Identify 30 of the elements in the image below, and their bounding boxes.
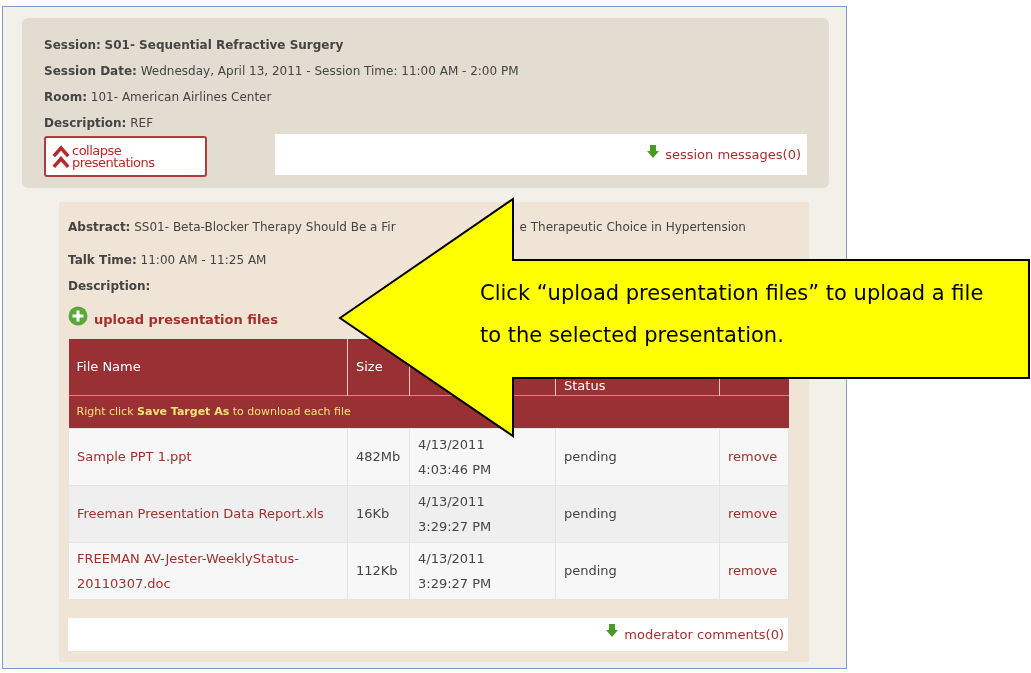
session-title: Session: S01- Sequential Refractive Surgery xyxy=(44,37,344,54)
remove-link[interactable]: remove xyxy=(728,563,778,578)
session-field: Description: REF xyxy=(44,110,154,136)
table-cell: 16Kb xyxy=(347,485,410,542)
session-messages-link[interactable]: session messages(0) xyxy=(665,147,801,162)
table-cell: 4/13/2011 3:29:27 PM xyxy=(409,542,556,599)
down-arrow-icon xyxy=(606,624,619,638)
description-label: Description: xyxy=(68,278,151,295)
table-cell: 112Kb xyxy=(347,542,410,599)
add-icon xyxy=(68,306,88,326)
session-field: Session Date: Wednesday, April 13, 2011 - Session Time: 11:00 AM - 2:00 PM xyxy=(44,58,519,84)
abstract-text: Abstract: SS01- Beta-Blocker Therapy Should Be a Fir xyxy=(68,219,396,236)
chevron-up-icon xyxy=(52,143,70,170)
collapse-button[interactable]: collapse presentations xyxy=(44,136,207,177)
remove-link[interactable]: remove xyxy=(728,449,778,464)
moderator-comments-link[interactable]: moderator comments(0) xyxy=(624,626,784,642)
talk-time: Talk Time: 11:00 AM - 11:25 AM xyxy=(68,252,267,269)
abstract-text: e Therapeutic Choice in Hypertension xyxy=(519,219,746,236)
table-cell: pending xyxy=(555,485,720,542)
table-cell: 4/13/2011 3:29:27 PM xyxy=(409,485,556,542)
table-cell: pending xyxy=(555,428,720,485)
down-arrow-icon xyxy=(647,144,660,159)
upload-link[interactable]: upload presentation files xyxy=(94,311,278,327)
remove-link[interactable]: remove xyxy=(728,506,778,521)
session-field: Room: 101- American Airlines Center xyxy=(44,84,272,110)
table-cell: 4/13/2011 4:03:46 PM xyxy=(409,428,556,485)
table-cell: pending xyxy=(555,542,720,599)
download-note: Right click Save Target As to download each file xyxy=(76,405,351,418)
column-header: File Name xyxy=(68,339,348,395)
table-cell: 482Mb xyxy=(347,428,410,485)
